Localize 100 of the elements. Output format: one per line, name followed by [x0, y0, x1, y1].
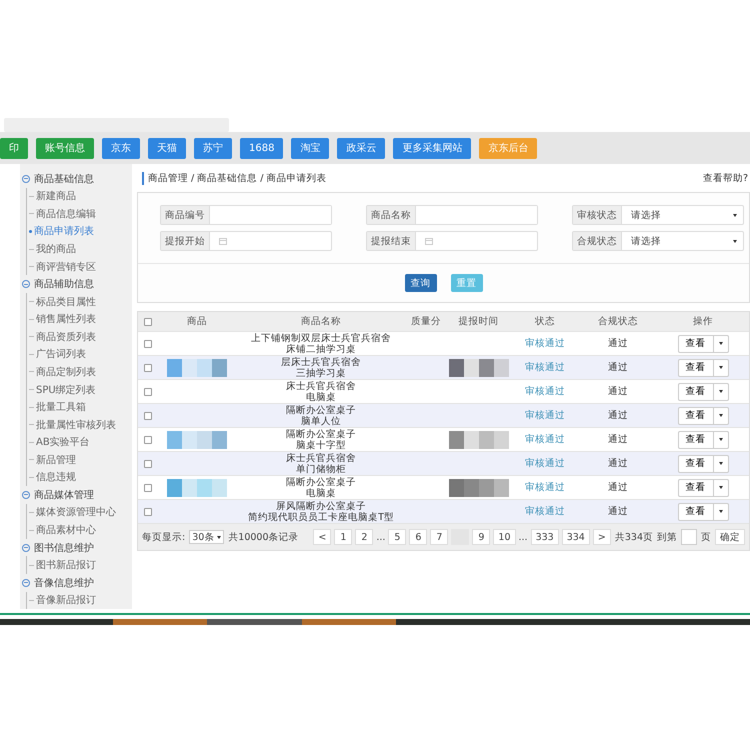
sidebar-group[interactable]: 商品媒体管理	[20, 486, 132, 504]
status-link[interactable]: 审核通过	[511, 505, 579, 518]
page-button[interactable]: 6	[409, 529, 428, 545]
checkbox[interactable]	[144, 436, 152, 444]
confirm-button[interactable]: 确定	[715, 529, 745, 545]
dropdown-button[interactable]	[714, 358, 728, 376]
status-link[interactable]: 审核通过	[511, 433, 579, 446]
toolbar-button[interactable]: 政采云	[337, 138, 386, 158]
sidebar-item[interactable]: 商品申请列表	[26, 222, 132, 240]
page-button[interactable]: 9	[472, 529, 490, 545]
status-link[interactable]: 审核通过	[511, 337, 579, 350]
column-header: 合规状态	[597, 315, 639, 328]
view-button[interactable]: 查看	[678, 430, 714, 448]
checkbox[interactable]	[144, 484, 152, 492]
table-cell-text: 通过	[607, 505, 629, 518]
sidebar-item[interactable]: 媒体资源管理中心	[26, 504, 132, 522]
page-button[interactable]: 333	[530, 529, 559, 545]
dropdown-button[interactable]	[714, 430, 728, 448]
page-input[interactable]	[681, 529, 697, 545]
sidebar-item[interactable]: 商品定制列表	[26, 363, 132, 381]
sidebar-item[interactable]: 新建商品	[26, 188, 132, 206]
sidebar-item[interactable]: 图书新品报订	[26, 556, 132, 574]
view-button[interactable]: 查看	[678, 454, 714, 472]
sidebar-item[interactable]: SPU绑定列表	[26, 380, 132, 398]
page-button[interactable]: >	[592, 529, 611, 545]
view-button[interactable]: 查看	[678, 406, 714, 424]
product-name: 屏风隔断办公室桌子 简约现代职员员工卡座电脑桌T型	[247, 500, 395, 522]
sidebar-item[interactable]: 商评营销专区	[26, 258, 132, 276]
view-button[interactable]: 查看	[678, 334, 714, 352]
table-cell-text: 通过	[607, 385, 629, 398]
sidebar-item[interactable]: 信息违规	[26, 468, 132, 486]
sidebar-item[interactable]: 音像新品报订	[26, 592, 132, 610]
status-link[interactable]: 审核通过	[511, 457, 579, 470]
view-button[interactable]: 查看	[678, 382, 714, 400]
view-button[interactable]: 查看	[678, 358, 714, 376]
sidebar-group[interactable]: 商品辅助信息	[20, 275, 132, 293]
sidebar-item[interactable]: 广告词列表	[26, 346, 132, 364]
select-field[interactable]: 合规状态 请选择	[572, 231, 744, 251]
page-button[interactable]: 7	[430, 529, 448, 545]
table-cell-text: 通过	[607, 457, 629, 470]
toolbar-button[interactable]: 1688	[240, 138, 284, 158]
view-button[interactable]: 查看	[678, 502, 714, 520]
date-field[interactable]: 提报结束	[366, 231, 538, 251]
checkbox[interactable]	[144, 508, 152, 516]
ellipsis: ...	[376, 532, 386, 542]
sidebar-group[interactable]: 图书信息维护	[20, 538, 132, 556]
status-link[interactable]: 审核通过	[511, 409, 579, 422]
dropdown-button[interactable]	[714, 334, 728, 352]
sidebar-item[interactable]: 商品信息编辑	[26, 205, 132, 223]
sidebar-group[interactable]: 音像信息维护	[20, 574, 132, 592]
dropdown-button[interactable]	[714, 382, 728, 400]
status-link[interactable]: 审核通过	[511, 481, 579, 494]
table-cell-text: 通过	[607, 409, 629, 422]
toolbar-button[interactable]: 账号信息	[36, 138, 94, 158]
page-button[interactable]: 2	[355, 529, 374, 545]
toolbar-button[interactable]: 印	[0, 138, 28, 158]
total-records: 共10000条记录	[228, 530, 299, 544]
checkbox[interactable]	[144, 340, 152, 348]
checkbox[interactable]	[144, 388, 152, 396]
checkbox[interactable]	[144, 364, 152, 372]
toolbar-button[interactable]: 天猫	[148, 138, 186, 158]
toolbar-button[interactable]: 更多采集网站	[393, 138, 472, 158]
page-button[interactable]: 334	[562, 529, 590, 545]
checkbox[interactable]	[144, 460, 152, 468]
toolbar-button[interactable]: 淘宝	[291, 138, 330, 158]
help-link[interactable]: 查看帮助?	[702, 172, 748, 184]
dropdown-button[interactable]	[714, 454, 728, 472]
per-page-select[interactable]: 30条	[189, 530, 224, 544]
input-field[interactable]: 商品名称	[366, 205, 538, 225]
select-field[interactable]: 审核状态 请选择	[572, 205, 744, 225]
sidebar-item[interactable]: 我的商品	[26, 240, 132, 258]
sidebar-item[interactable]: 销售属性列表	[26, 310, 132, 328]
dropdown-button[interactable]	[714, 502, 728, 520]
checkbox[interactable]	[144, 412, 152, 420]
status-link[interactable]: 审核通过	[511, 361, 579, 374]
search-button[interactable]: 查询	[404, 274, 436, 292]
calendar-icon	[219, 237, 227, 245]
page-button[interactable]: 5	[388, 529, 406, 545]
sidebar-item[interactable]: 批量属性审核列表	[26, 416, 132, 434]
input-field[interactable]: 商品编号	[160, 205, 332, 225]
sidebar-item[interactable]: 标品类目属性	[26, 292, 132, 310]
page-button[interactable]: <	[313, 529, 332, 545]
page-button[interactable]: 1	[334, 529, 352, 545]
column-header: 提报时间	[458, 315, 500, 328]
sidebar-item[interactable]: 商品资质列表	[26, 328, 132, 346]
dropdown-button[interactable]	[714, 406, 728, 424]
column-header: 操作	[692, 315, 714, 328]
dropdown-button[interactable]	[714, 478, 728, 496]
status-link[interactable]: 审核通过	[511, 385, 579, 398]
toolbar-button[interactable]: 京东	[102, 138, 140, 158]
sidebar-item[interactable]: 批量工具箱	[26, 398, 132, 416]
toolbar-button[interactable]: 苏宁	[194, 138, 232, 158]
checkbox[interactable]	[144, 318, 152, 326]
view-button[interactable]: 查看	[678, 478, 714, 496]
sidebar-item[interactable]: 新品管理	[26, 451, 132, 469]
page-button[interactable]: 10	[493, 529, 516, 545]
sidebar-item[interactable]: 商品素材中心	[26, 521, 132, 539]
sidebar-item[interactable]: AB实验平台	[26, 433, 132, 451]
sidebar-group[interactable]: 商品基础信息	[20, 170, 132, 188]
date-field[interactable]: 提报开始	[160, 231, 332, 251]
